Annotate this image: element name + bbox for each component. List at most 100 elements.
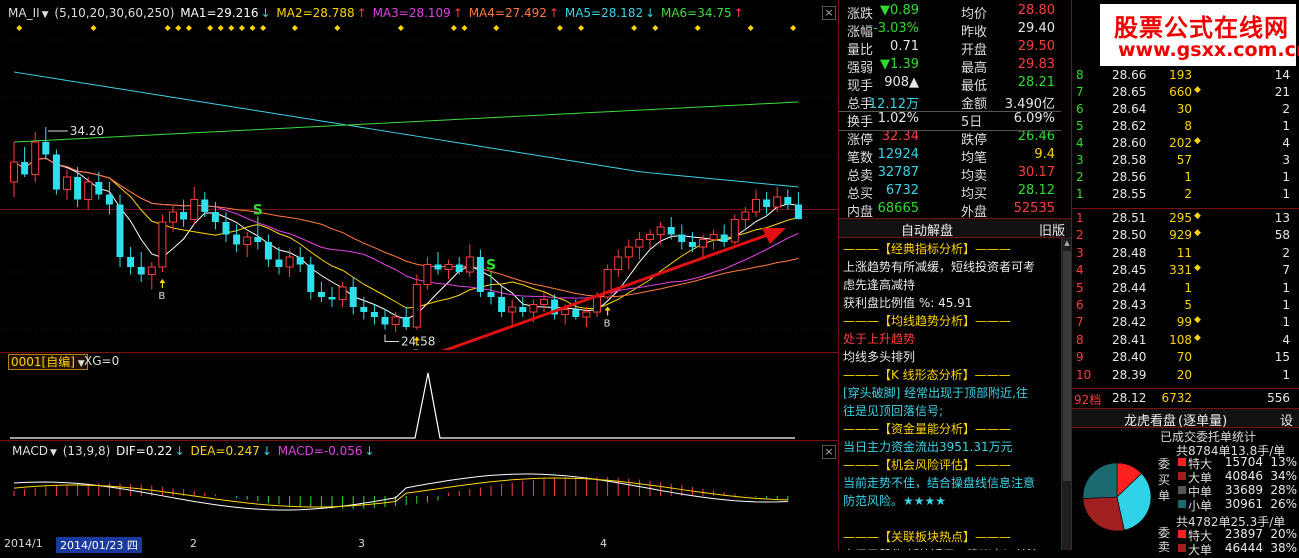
close-icon[interactable]: × (822, 445, 836, 459)
buy-order-row[interactable]: 5 28.44 1 1 (1072, 281, 1298, 298)
xg-signal-line (10, 372, 795, 439)
candle-body (338, 286, 347, 300)
candle-body (561, 309, 570, 315)
legend-swatch (1178, 458, 1186, 466)
dragon-volume: 23897 (1224, 527, 1263, 541)
dragon-row: 特大 15704 13% (1176, 455, 1299, 471)
buy-order-row[interactable]: 4 28.45 331 ◆ 7 (1072, 263, 1298, 280)
dragon-tab-bar: 龙虎看盘 (逐单量) 设 (1072, 408, 1299, 429)
watermark-title: 股票公式在线网 (1114, 14, 1289, 42)
sell-mark-icon: S (486, 258, 496, 274)
order-volume: 70 (1176, 350, 1192, 365)
ma-params: (5,10,20,30,60,250) (54, 6, 175, 20)
analysis-line: 虑先逢高减持 (843, 278, 916, 292)
time-cursor-label: 2014/01/23 四 (56, 537, 142, 553)
marker-diamond (291, 25, 298, 31)
buy-order-row[interactable]: 6 28.43 5 1 (1072, 298, 1298, 315)
sell-order-row[interactable]: 8 28.66 193 14 (1072, 68, 1298, 85)
candle-body (646, 234, 654, 240)
candle-body (730, 219, 739, 243)
marker-diamond (228, 25, 235, 31)
order-volume: 295 (1169, 211, 1192, 225)
quote-value: 3.490亿 (1004, 97, 1055, 112)
analysis-line: ———【K 线形态分析】——— (843, 368, 1011, 382)
order-count: 1 (1282, 315, 1290, 330)
marker-diamond (578, 25, 585, 31)
analysis-line: ———【关联板块热点】——— (843, 530, 1012, 544)
buy-order-row[interactable]: 7 28.42 99 ◆ 1 (1072, 315, 1298, 332)
sell-order-row[interactable]: 4 28.60 202 ◆ 4 (1072, 136, 1298, 153)
ma2-value: MA2=28.788 (276, 6, 355, 20)
sell-order-row[interactable]: 1 28.55 2 1 (1072, 187, 1298, 204)
summary-count: 556 (1267, 391, 1290, 405)
quote-label: 昨收 (961, 25, 988, 40)
order-price: 28.60 (1112, 136, 1147, 150)
sell-order-row[interactable]: 6 28.64 30 2 (1072, 102, 1298, 119)
order-flag-icon: ◆ (1194, 85, 1201, 95)
sell-order-row[interactable]: 3 28.58 57 3 (1072, 153, 1298, 170)
quote-label: 跌停 (961, 133, 988, 148)
quote-row: 量比 0.71 开盘 29.50 (839, 39, 1061, 58)
buy-order-row[interactable]: 2 28.50 929 ◆ 58 (1072, 228, 1298, 245)
dragon-mode[interactable]: (逐单量) (1178, 410, 1227, 429)
summary-price: 28.12 (1112, 391, 1147, 405)
ma-name[interactable]: MA_II (8, 6, 40, 20)
macd-name[interactable]: MACD (12, 444, 48, 458)
scroll-thumb[interactable] (1063, 251, 1071, 481)
up-arrow-icon: ↑ (452, 6, 463, 20)
candle-body (254, 237, 262, 242)
quote-value: ▼1.39 (880, 57, 919, 72)
buy-mark-icon: B (604, 319, 611, 330)
ma1-value: MA1=29.216 (180, 6, 259, 20)
up-arrow-icon: ↑ (356, 6, 367, 20)
marker-diamond (334, 25, 341, 31)
order-price: 28.48 (1112, 245, 1147, 260)
marker-diamond (556, 25, 563, 31)
sell-order-row[interactable]: 5 28.62 8 1 (1072, 119, 1298, 136)
quote-label: 总买 (847, 187, 874, 202)
candle-body (52, 154, 60, 190)
pie-slice (1082, 496, 1125, 532)
buy-order-row[interactable]: 8 28.41 108 ◆ 4 (1072, 333, 1298, 350)
scroll-up-icon[interactable]: ▲ (1063, 239, 1071, 247)
dragon-settings[interactable]: 设 (1280, 410, 1293, 429)
candle-body (137, 267, 145, 275)
order-price: 28.56 (1112, 170, 1147, 184)
buy-order-row[interactable]: 3 28.48 11 2 (1072, 246, 1298, 263)
close-icon[interactable]: × (822, 6, 836, 20)
analysis-line: [穿头破脚] 经常出现于顶部附近,往 (843, 386, 1028, 400)
dropdown-icon[interactable]: ▼ (42, 10, 49, 20)
order-volume: 8 (1184, 119, 1192, 133)
candle-body (402, 317, 410, 327)
candle-body (264, 242, 272, 260)
order-volume: 660 (1169, 85, 1192, 99)
sell-order-row[interactable]: 7 28.65 660 ◆ 21 (1072, 85, 1298, 102)
dragon-percent: 34% (1270, 469, 1297, 483)
order-count: 1 (1282, 298, 1290, 312)
analysis-line: ———【资金量能分析】——— (843, 422, 1012, 436)
dropdown-icon[interactable]: ▼ (50, 448, 57, 458)
candle-body (180, 212, 188, 220)
candle-body (74, 177, 82, 200)
dragon-percent: 38% (1270, 541, 1297, 555)
buy-order-row[interactable]: 10 28.39 20 1 (1072, 368, 1298, 385)
buy-order-row[interactable]: 1 28.51 295 ◆ 13 (1072, 211, 1298, 228)
candle-body (572, 309, 580, 317)
candle-body (784, 197, 792, 205)
candle-body (444, 264, 453, 270)
sell-order-row[interactable]: 2 28.56 1 1 (1072, 170, 1298, 187)
dragon-percent: 26% (1270, 497, 1297, 511)
marker-diamond (207, 25, 214, 31)
order-count: 3 (1282, 153, 1290, 167)
order-price: 28.66 (1112, 68, 1147, 82)
quote-value: 29.83 (1017, 57, 1055, 72)
dragon-title[interactable]: 龙虎看盘 (1124, 410, 1176, 429)
order-count: 1 (1282, 280, 1290, 295)
order-volume: 99 (1176, 315, 1192, 330)
quote-value: 28.21 (1017, 75, 1055, 90)
main-kline-chart[interactable]: 34.2024.58BBBSS (0, 20, 838, 350)
buy-order-row[interactable]: 9 28.40 70 15 (1072, 350, 1298, 367)
quote-value: 32.34 (881, 129, 919, 144)
dragon-row: 小单 30961 26% (1176, 497, 1299, 513)
candle-body (285, 256, 294, 268)
